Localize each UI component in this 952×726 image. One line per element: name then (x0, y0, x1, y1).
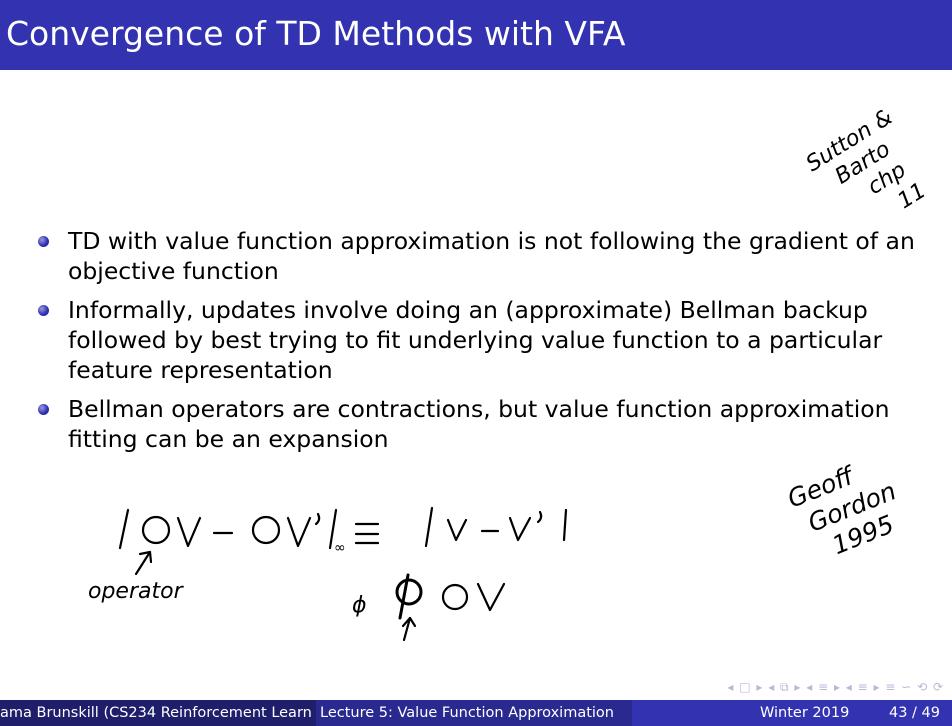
handwritten-reference-sutton-barto: Sutton & Barto chp 11 (802, 105, 931, 215)
footer-page-number: 43 / 49 (888, 705, 940, 721)
footer-date: Winter 2019 (760, 705, 850, 721)
footer-author: ama Brunskill (CS234 Reinforcement Learn (0, 700, 316, 726)
svg-text:ϕ: ϕ (352, 593, 367, 618)
svg-text:operator: operator (88, 579, 185, 604)
footer-right: Winter 2019 43 / 49 (632, 700, 952, 726)
handwritten-operator-label: operator (88, 550, 185, 604)
handwritten-annotations: Sutton & Barto chp 11 Geoff Gordon 1995 … (88, 105, 931, 642)
footer-lecture: Lecture 5: Value Function Approximation (316, 700, 632, 726)
handwritten-equation: ∞ (118, 506, 568, 556)
beamer-navigation-icons[interactable]: ◂ □ ▸ ◂ ⧉ ▸ ◂ ≡ ▸ ◂ ≡ ▸ ≡ ∽ ⟲ ⟳ (727, 680, 944, 695)
handwritten-phi-expression: ϕ (352, 573, 506, 642)
footer-author-text: ama Brunskill (CS234 Reinforcement Learn (0, 705, 312, 721)
svg-text:∞: ∞ (334, 540, 346, 556)
slide-footer: ama Brunskill (CS234 Reinforcement Learn… (0, 700, 952, 726)
handwritten-reference-gordon: Geoff Gordon 1995 (783, 460, 900, 560)
